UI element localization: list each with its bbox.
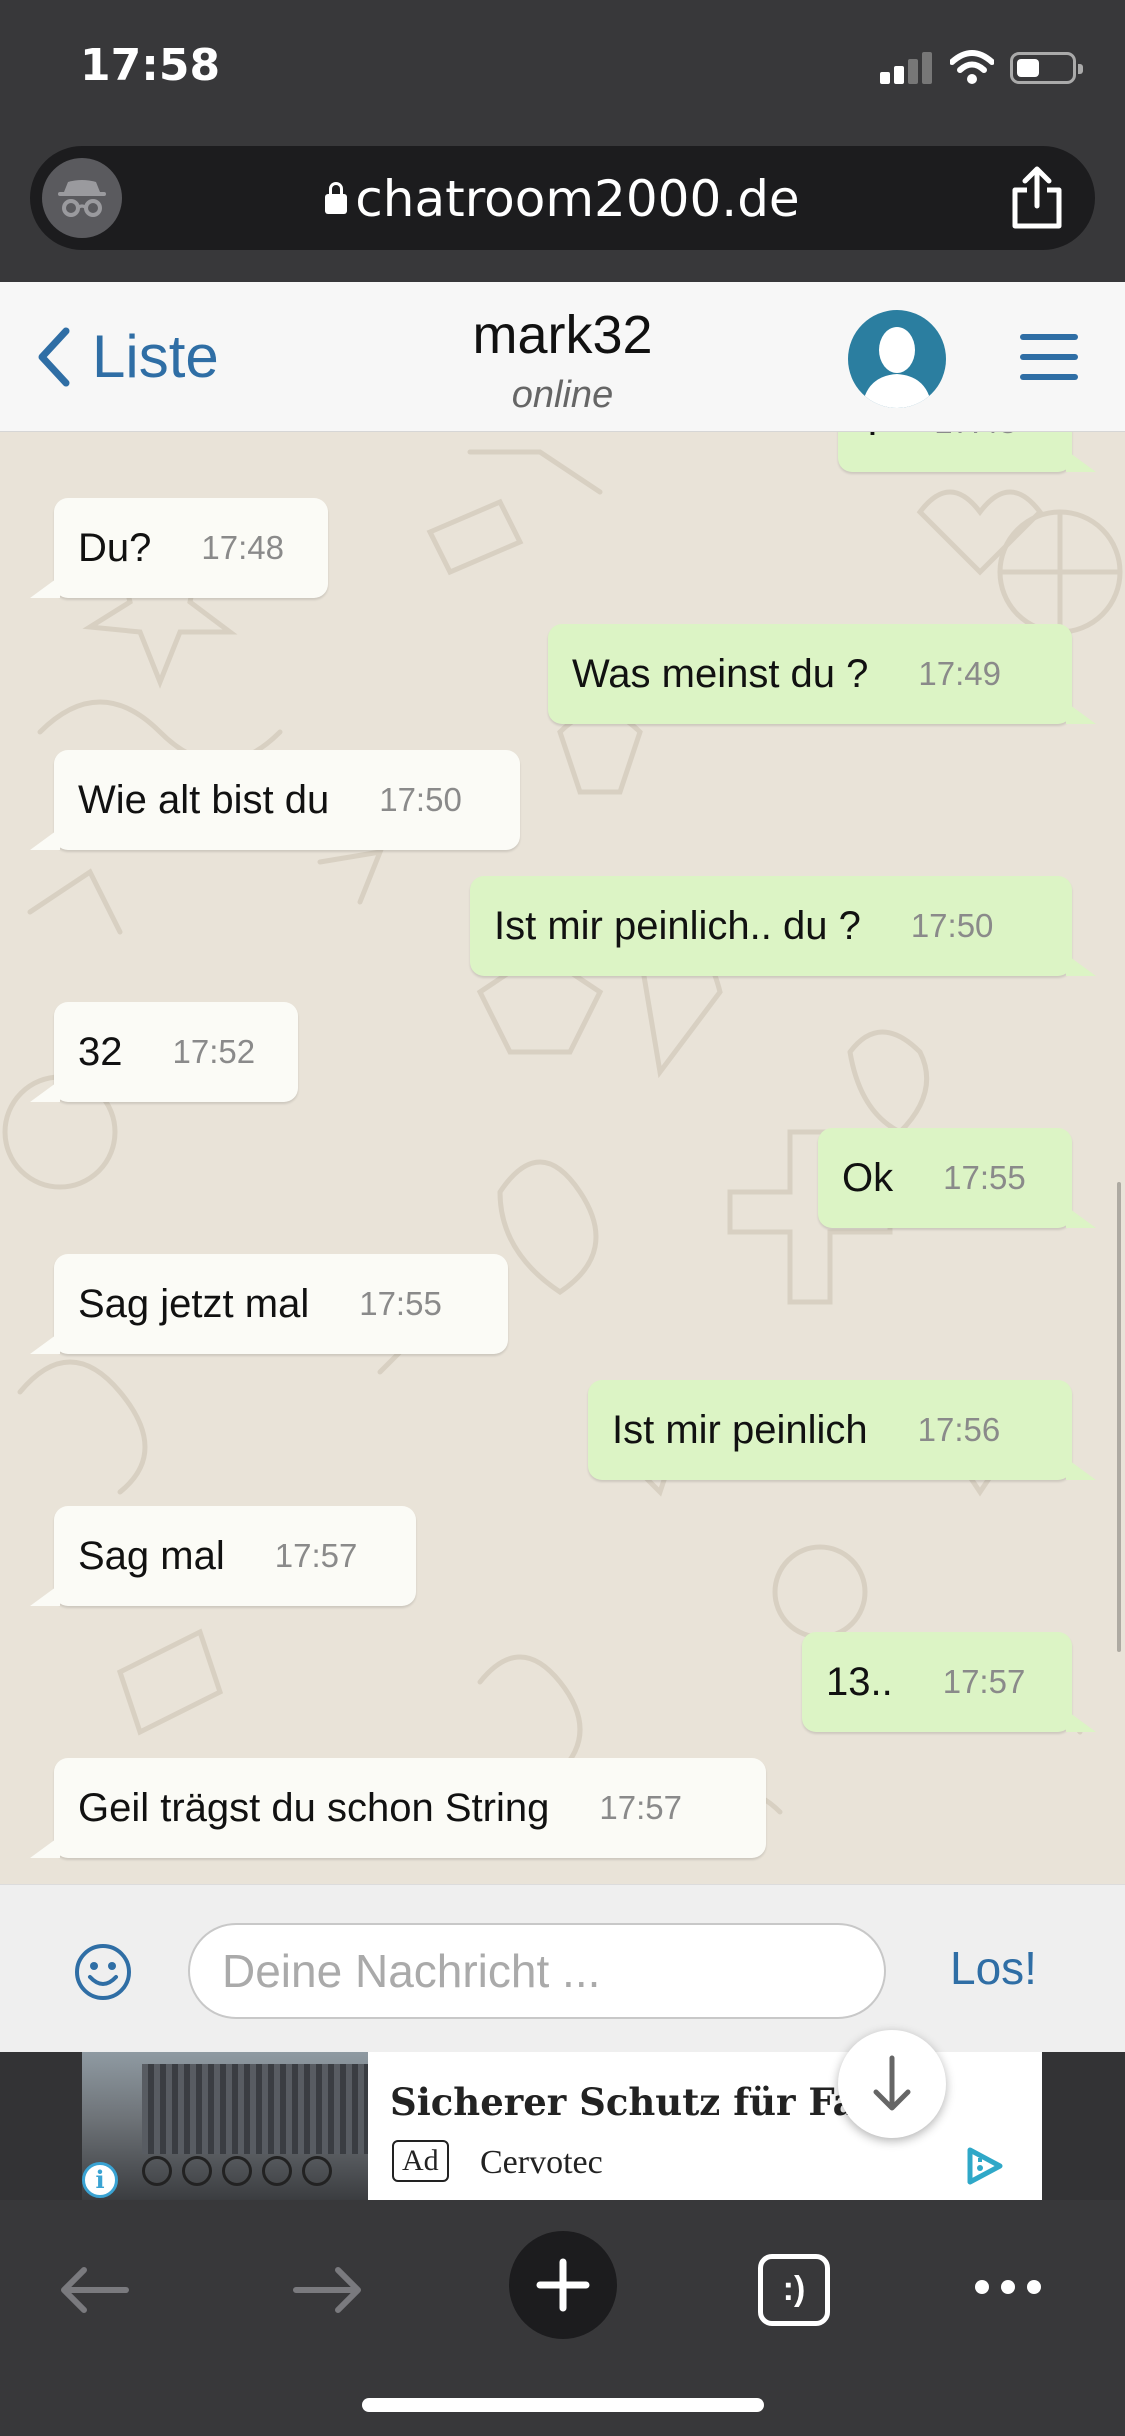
ad-advertiser[interactable]: Cervotec	[480, 2144, 603, 2182]
message-bubble-outgoing: ? 17:48	[838, 432, 1096, 472]
message-text: Sag jetzt mal	[78, 1281, 310, 1326]
message-bubble-incoming: Wie alt bist du 17:50	[30, 750, 520, 850]
message-time: 17:50	[910, 907, 994, 944]
chat-scrollbar[interactable]	[1117, 1182, 1121, 1652]
message-time: 17:49	[918, 655, 1001, 692]
url-text: chatroom2000.de	[355, 170, 800, 228]
home-indicator[interactable]	[362, 2398, 764, 2412]
status-time: 17:58	[80, 40, 221, 91]
message-bubble-incoming: Sag jetzt mal 17:55	[30, 1254, 508, 1354]
ad-image[interactable]	[82, 2052, 368, 2200]
message-text: ?	[838, 432, 884, 445]
ad-badge: Ad	[392, 2140, 449, 2182]
message-text: Wie alt bist du	[78, 777, 330, 822]
contact-name: mark32	[472, 305, 653, 365]
message-time: 17:57	[942, 1663, 1026, 1700]
more-dots-icon[interactable]	[972, 2276, 1044, 2298]
message-bubble-outgoing: Was meinst du ? 17:49	[548, 624, 1096, 724]
message-text: Geil trägst du schon String	[78, 1785, 550, 1830]
chat-header: Liste mark32 online	[0, 282, 1125, 432]
message-time: 17:55	[359, 1285, 442, 1322]
message-bubble-incoming: Du? 17:48	[30, 498, 328, 598]
info-icon[interactable]: i	[82, 2162, 118, 2198]
message-bubble-incoming: Sag mal 17:57	[30, 1506, 416, 1606]
ad-headline[interactable]: Sicherer Schutz für Fahr	[390, 2080, 870, 2124]
status-bar: 17:58	[0, 0, 1125, 140]
lock-icon	[325, 182, 348, 214]
send-button[interactable]: Los!	[950, 1941, 1037, 1995]
scroll-to-bottom-button[interactable]	[838, 2030, 946, 2138]
adchoices-icon[interactable]	[962, 2144, 1006, 2188]
url-bar[interactable]: chatroom2000.de	[30, 146, 1095, 250]
message-time: 17:50	[379, 781, 462, 818]
message-bubble-outgoing: 13.. 17:57	[802, 1632, 1096, 1732]
back-arrow-icon[interactable]	[58, 2266, 130, 2314]
browser-toolbar: chatroom2000.de	[0, 140, 1125, 282]
url-display[interactable]: chatroom2000.de	[30, 170, 1095, 228]
message-text: Ist mir peinlich	[612, 1407, 868, 1452]
tabs-button[interactable]: :)	[758, 2254, 830, 2326]
message-text: Was meinst du ?	[572, 651, 869, 696]
message-time: 17:55	[943, 1159, 1026, 1196]
cellular-signal-icon	[880, 52, 934, 84]
message-time: 17:48	[934, 432, 1017, 441]
browser-bottom-toolbar: :)	[0, 2200, 1125, 2436]
message-bubble-outgoing: Ist mir peinlich 17:56	[588, 1380, 1096, 1480]
hamburger-menu-icon[interactable]	[1020, 334, 1078, 380]
message-text: Du?	[78, 525, 152, 570]
message-time: 17:48	[201, 529, 284, 566]
message-input[interactable]	[188, 1923, 886, 2019]
forward-arrow-icon[interactable]	[292, 2266, 364, 2314]
message-bubble-outgoing: Ok 17:55	[818, 1128, 1096, 1228]
user-silhouette-icon	[862, 327, 932, 408]
message-bubble-incoming: 32 17:52	[30, 1002, 298, 1102]
share-icon[interactable]	[1007, 166, 1067, 230]
smiley-icon[interactable]	[74, 1943, 132, 2001]
message-text: Sag mal	[78, 1533, 225, 1578]
message-time: 17:57	[274, 1537, 358, 1574]
avatar[interactable]	[848, 310, 946, 408]
contact-status: online	[511, 374, 614, 416]
chat-messages[interactable]: ? 17:48 Du? 17:48 Was meinst du ? 17:49 …	[0, 432, 1125, 1884]
plus-icon[interactable]	[508, 2230, 618, 2340]
message-text: Ist mir peinlich.. du ?	[494, 903, 861, 948]
message-time: 17:57	[599, 1789, 682, 1826]
message-time: 17:52	[172, 1033, 256, 1070]
message-text: Ok	[842, 1155, 894, 1200]
message-bubble-incoming: Geil trägst du schon String 17:57	[30, 1758, 766, 1858]
message-text: 13..	[826, 1659, 893, 1704]
message-time: 17:56	[917, 1411, 1001, 1448]
message-composer: Los!	[0, 1884, 1125, 2052]
wifi-icon	[950, 50, 994, 84]
message-text: 32	[78, 1029, 123, 1074]
message-bubble-outgoing: Ist mir peinlich.. du ? 17:50	[470, 876, 1096, 976]
arrow-down-icon	[873, 2055, 911, 2111]
battery-icon	[1010, 52, 1083, 84]
